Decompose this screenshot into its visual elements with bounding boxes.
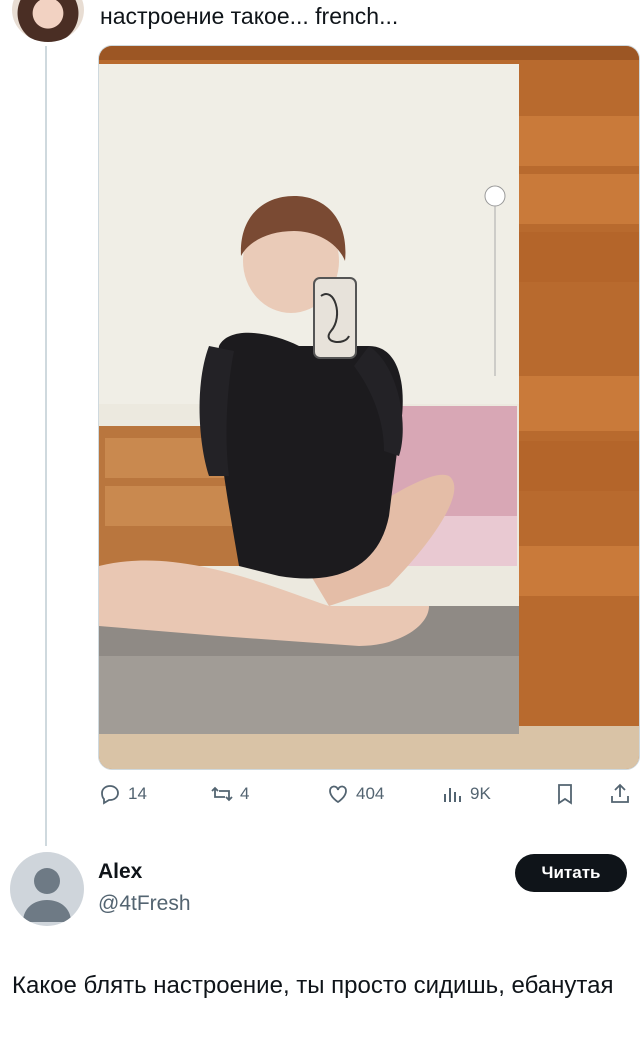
- tweet-text: настроение такое... french...: [100, 3, 399, 29]
- reply-icon: [101, 785, 119, 805]
- like-count: 404: [356, 784, 385, 803]
- bookmark-button[interactable]: [553, 782, 577, 806]
- follow-button[interactable]: Читать: [515, 854, 627, 892]
- retweet-button[interactable]: 4: [210, 782, 249, 806]
- default-avatar-icon: [23, 868, 71, 922]
- reply-text: Какое блять настроение, ты просто сидишь…: [12, 972, 614, 999]
- views-bar-chart-icon: [444, 788, 461, 802]
- reply-author-name[interactable]: Alex: [98, 860, 142, 884]
- reply-author-avatar[interactable]: [10, 852, 84, 926]
- tweet-media-photo[interactable]: [98, 45, 640, 770]
- share-icon: [611, 783, 629, 803]
- view-count: 9K: [470, 784, 491, 803]
- tweet-actions-bar: 14 4 404 9K: [98, 782, 638, 812]
- retweet-icon: [211, 786, 233, 802]
- thread-connector-line: [45, 46, 47, 846]
- reply-button[interactable]: 14: [98, 782, 147, 806]
- reply-author-handle[interactable]: @4tFresh: [98, 892, 191, 916]
- original-author-avatar[interactable]: [12, 0, 84, 42]
- views-button[interactable]: 9K: [440, 782, 491, 806]
- share-button[interactable]: [608, 782, 632, 806]
- heart-icon: [329, 785, 347, 804]
- reply-count: 14: [128, 784, 147, 803]
- bookmark-icon: [558, 784, 572, 805]
- retweet-count: 4: [240, 784, 250, 803]
- mirror-selfie-image: [99, 46, 639, 769]
- like-button[interactable]: 404: [326, 782, 384, 806]
